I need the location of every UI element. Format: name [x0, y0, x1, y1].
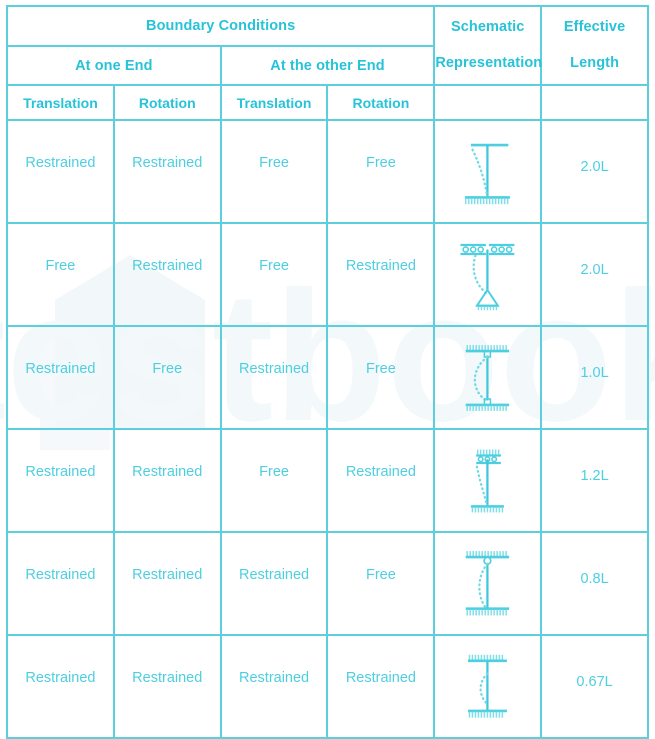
- table-row: Restrained Restrained Free Restrained 1.…: [6, 428, 649, 533]
- header-schematic-line1: Schematic: [451, 18, 525, 35]
- cell-translation-other-end: Restrained: [219, 325, 329, 430]
- cell-rotation-other-end: Free: [326, 531, 436, 636]
- cell-rotation-other-end: Free: [326, 325, 436, 430]
- header-schematic-line2: Representation: [435, 54, 543, 71]
- header-boundary-conditions: Boundary Conditions: [5, 5, 436, 47]
- cell-effective-length: 2.0L: [540, 222, 649, 327]
- header-schematic-representation: Schematic Representation: [433, 5, 543, 86]
- cell-translation-other-end: Free: [219, 222, 329, 327]
- cell-translation-one-end: Restrained: [6, 531, 115, 636]
- schematic-fixed-base-pinned-top: [433, 531, 543, 636]
- cell-rotation-one-end: Restrained: [112, 222, 222, 327]
- header-effective-length: Effective Length: [540, 5, 649, 86]
- header-at-other-end: At the other End: [219, 45, 436, 86]
- cell-rotation-one-end: Restrained: [112, 531, 222, 636]
- header-translation-one-end: Translation: [6, 84, 115, 121]
- cell-translation-one-end: Restrained: [6, 634, 115, 739]
- cell-translation-one-end: Restrained: [6, 325, 115, 430]
- header-translation-other-end: Translation: [219, 84, 329, 121]
- cell-translation-one-end: Restrained: [6, 119, 115, 224]
- schematic-fixed-base-sway-top: [433, 428, 543, 533]
- cell-effective-length: 1.0L: [540, 325, 649, 430]
- schematic-roller-top-pinned-base: [433, 222, 543, 327]
- schematic-cantilever-fixed-base-free-top: [433, 119, 543, 224]
- cell-rotation-one-end: Free: [112, 325, 222, 430]
- cell-rotation-other-end: Free: [326, 119, 436, 224]
- cell-rotation-one-end: Restrained: [112, 119, 222, 224]
- schematic-pinned-both-ends: [433, 325, 543, 430]
- boundary-conditions-table: Boundary Conditions Schematic Representa…: [5, 5, 649, 739]
- cell-translation-other-end: Restrained: [219, 531, 329, 636]
- schematic-fixed-both-ends: [433, 634, 543, 739]
- table-row: Restrained Restrained Restrained Free 0.…: [6, 531, 649, 636]
- cell-rotation-other-end: Restrained: [326, 634, 436, 739]
- cell-rotation-one-end: Restrained: [112, 428, 222, 533]
- cell-effective-length: 0.67L: [540, 634, 649, 739]
- header-row-1: Boundary Conditions Schematic Representa…: [5, 5, 649, 86]
- header-effective-line2: Length: [570, 54, 620, 71]
- header-effective-empty: [540, 84, 649, 121]
- header-at-one-end: At one End: [6, 45, 222, 86]
- table-row: Restrained Restrained Restrained Restrai…: [6, 634, 649, 739]
- cell-rotation-one-end: Restrained: [112, 634, 222, 739]
- header-rotation-other-end: Rotation: [326, 84, 436, 121]
- cell-effective-length: 0.8L: [540, 531, 649, 636]
- header-effective-line1: Effective: [563, 18, 626, 35]
- cell-rotation-other-end: Restrained: [326, 428, 436, 533]
- table-row: Free Restrained Free Restrained 2.0L: [6, 222, 649, 327]
- header-schematic-empty: [433, 84, 543, 121]
- table-row: Restrained Free Restrained Free 1.0L: [6, 325, 649, 430]
- cell-translation-one-end: Free: [6, 222, 115, 327]
- cell-rotation-other-end: Restrained: [326, 222, 436, 327]
- cell-translation-other-end: Free: [219, 119, 329, 224]
- cell-effective-length: 1.2L: [540, 428, 649, 533]
- cell-effective-length: 2.0L: [540, 119, 649, 224]
- cell-translation-other-end: Free: [219, 428, 329, 533]
- header-row-3: Translation Rotation Translation Rotatio…: [6, 84, 649, 121]
- cell-translation-other-end: Restrained: [219, 634, 329, 739]
- table-row: Restrained Restrained Free Free 2.0L: [6, 119, 649, 224]
- header-rotation-one-end: Rotation: [112, 84, 222, 121]
- cell-translation-one-end: Restrained: [6, 428, 115, 533]
